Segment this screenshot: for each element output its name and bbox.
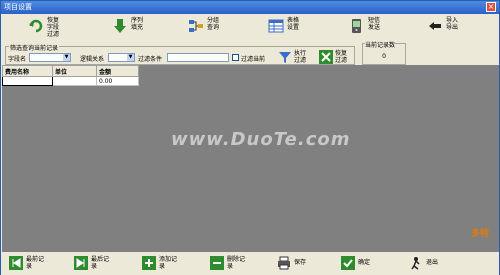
restore-filter-label: 恢复 字段 过滤: [47, 17, 60, 38]
printer-save-icon: [278, 256, 290, 270]
main-window: 项目设置 × 恢复 字段 过滤 序列 填充 分组 查询 表格 设置 短信 发送 …: [0, 0, 500, 275]
column-header[interactable]: 单位: [52, 65, 97, 77]
add-record-label: 添加记 录: [159, 256, 178, 270]
first-record-icon: [9, 256, 23, 270]
records-table: 费用名称 单位 金额 0.00: [2, 65, 139, 86]
save-label: 保存: [294, 259, 307, 266]
watermark: www.DuoTe.com: [171, 129, 351, 150]
field-name-select[interactable]: ▼: [29, 53, 71, 62]
record-count-value: 0: [382, 53, 386, 60]
arrow-down-icon: [114, 19, 126, 33]
sms-send-button[interactable]: 短信 发送: [349, 15, 409, 40]
last-record-icon: [74, 256, 88, 270]
field-name-label: 字段名: [8, 56, 27, 63]
close-button[interactable]: ×: [486, 2, 496, 12]
delete-record-label: 删除记 录: [227, 256, 246, 270]
restore-filter-icon: [29, 19, 43, 33]
last-record-label: 最后记 录: [91, 256, 110, 270]
filter-panel: 筛选查询当前记录 字段名 ▼ 逻辑关系 ▼ 过滤条件 过滤当前 执行 过滤 恢复…: [3, 40, 499, 66]
apply-filter-button[interactable]: 执行 过滤: [278, 49, 318, 66]
exit-label: 退出: [426, 259, 439, 266]
add-record-icon: [142, 256, 156, 270]
chevron-down-icon: ▼: [63, 54, 70, 61]
table-settings-icon: [268, 19, 284, 33]
group-query-label: 分组 查询: [207, 17, 220, 31]
record-count-box: 当前记录数 0: [362, 40, 406, 65]
table-settings-label: 表格 设置: [287, 17, 300, 31]
import-export-label: 导入 导出: [446, 17, 459, 31]
window-title: 项目设置: [4, 3, 32, 11]
confirm-button[interactable]: 确定: [341, 255, 386, 273]
filter-current-checkbox[interactable]: [232, 54, 239, 61]
funnel-icon: [279, 52, 291, 63]
logic-select[interactable]: ▼: [108, 53, 135, 62]
exit-button[interactable]: 退出: [409, 255, 454, 273]
group-query-icon: [189, 20, 203, 32]
data-grid: 费用名称 单位 金额 0.00: [2, 65, 499, 252]
import-export-button[interactable]: 导入 导出: [427, 15, 487, 40]
exit-icon: [411, 257, 420, 270]
filter-current-label: 过滤当前: [241, 56, 266, 63]
sms-icon: [352, 19, 361, 33]
sequence-fill-button[interactable]: 序列 填充: [112, 15, 172, 40]
delete-record-button[interactable]: 删除记 录: [210, 255, 260, 273]
site-logo: 多特: [470, 229, 489, 239]
toolbar: 恢复 字段 过滤 序列 填充 分组 查询 表格 设置 短信 发送 导入 导出: [1, 14, 499, 41]
condition-label: 过滤条件: [138, 56, 163, 63]
title-bar: 项目设置 ×: [1, 1, 499, 14]
apply-filter-label: 执行 过滤: [294, 50, 307, 64]
column-header[interactable]: 金额: [96, 65, 139, 77]
restore-field-filter-button[interactable]: 恢复 字段 过滤: [28, 15, 88, 40]
filter-legend: 筛选查询当前记录: [9, 43, 60, 52]
table-cell[interactable]: 0.00: [96, 76, 139, 86]
column-header[interactable]: 费用名称: [2, 65, 53, 77]
restore-filter-label-2: 恢复 过滤: [335, 50, 348, 64]
first-record-button[interactable]: 最前记 录: [9, 255, 59, 273]
table-row: 0.00: [2, 76, 139, 86]
cancel-x-icon: [319, 50, 333, 64]
confirm-label: 确定: [358, 259, 371, 266]
group-query-button[interactable]: 分组 查询: [188, 15, 248, 40]
condition-input[interactable]: [167, 53, 229, 62]
table-header-row: 费用名称 单位 金额: [2, 65, 139, 77]
filter-group: 筛选查询当前记录 字段名 ▼ 逻辑关系 ▼ 过滤条件 过滤当前 执行 过滤 恢复…: [5, 43, 355, 66]
restore-filter-button[interactable]: 恢复 过滤: [319, 49, 355, 66]
sequence-fill-label: 序列 填充: [131, 17, 144, 31]
import-export-icon: [429, 22, 441, 30]
add-record-button[interactable]: 添加记 录: [142, 255, 192, 273]
sms-send-label: 短信 发送: [368, 17, 381, 31]
delete-record-icon: [210, 256, 224, 270]
bottom-toolbar: 最前记 录 最后记 录 添加记 录 删除记 录 保存 确定 退出: [1, 252, 499, 275]
save-button[interactable]: 保存: [277, 255, 322, 273]
table-settings-button[interactable]: 表格 设置: [268, 15, 328, 40]
record-count-legend: 当前记录数: [365, 40, 396, 49]
logic-label: 逻辑关系: [80, 56, 105, 63]
table-cell[interactable]: [2, 76, 53, 86]
last-record-button[interactable]: 最后记 录: [74, 255, 124, 273]
check-icon: [341, 256, 355, 270]
chevron-down-icon: ▼: [127, 54, 134, 61]
first-record-label: 最前记 录: [26, 256, 45, 270]
table-cell[interactable]: [52, 76, 97, 86]
